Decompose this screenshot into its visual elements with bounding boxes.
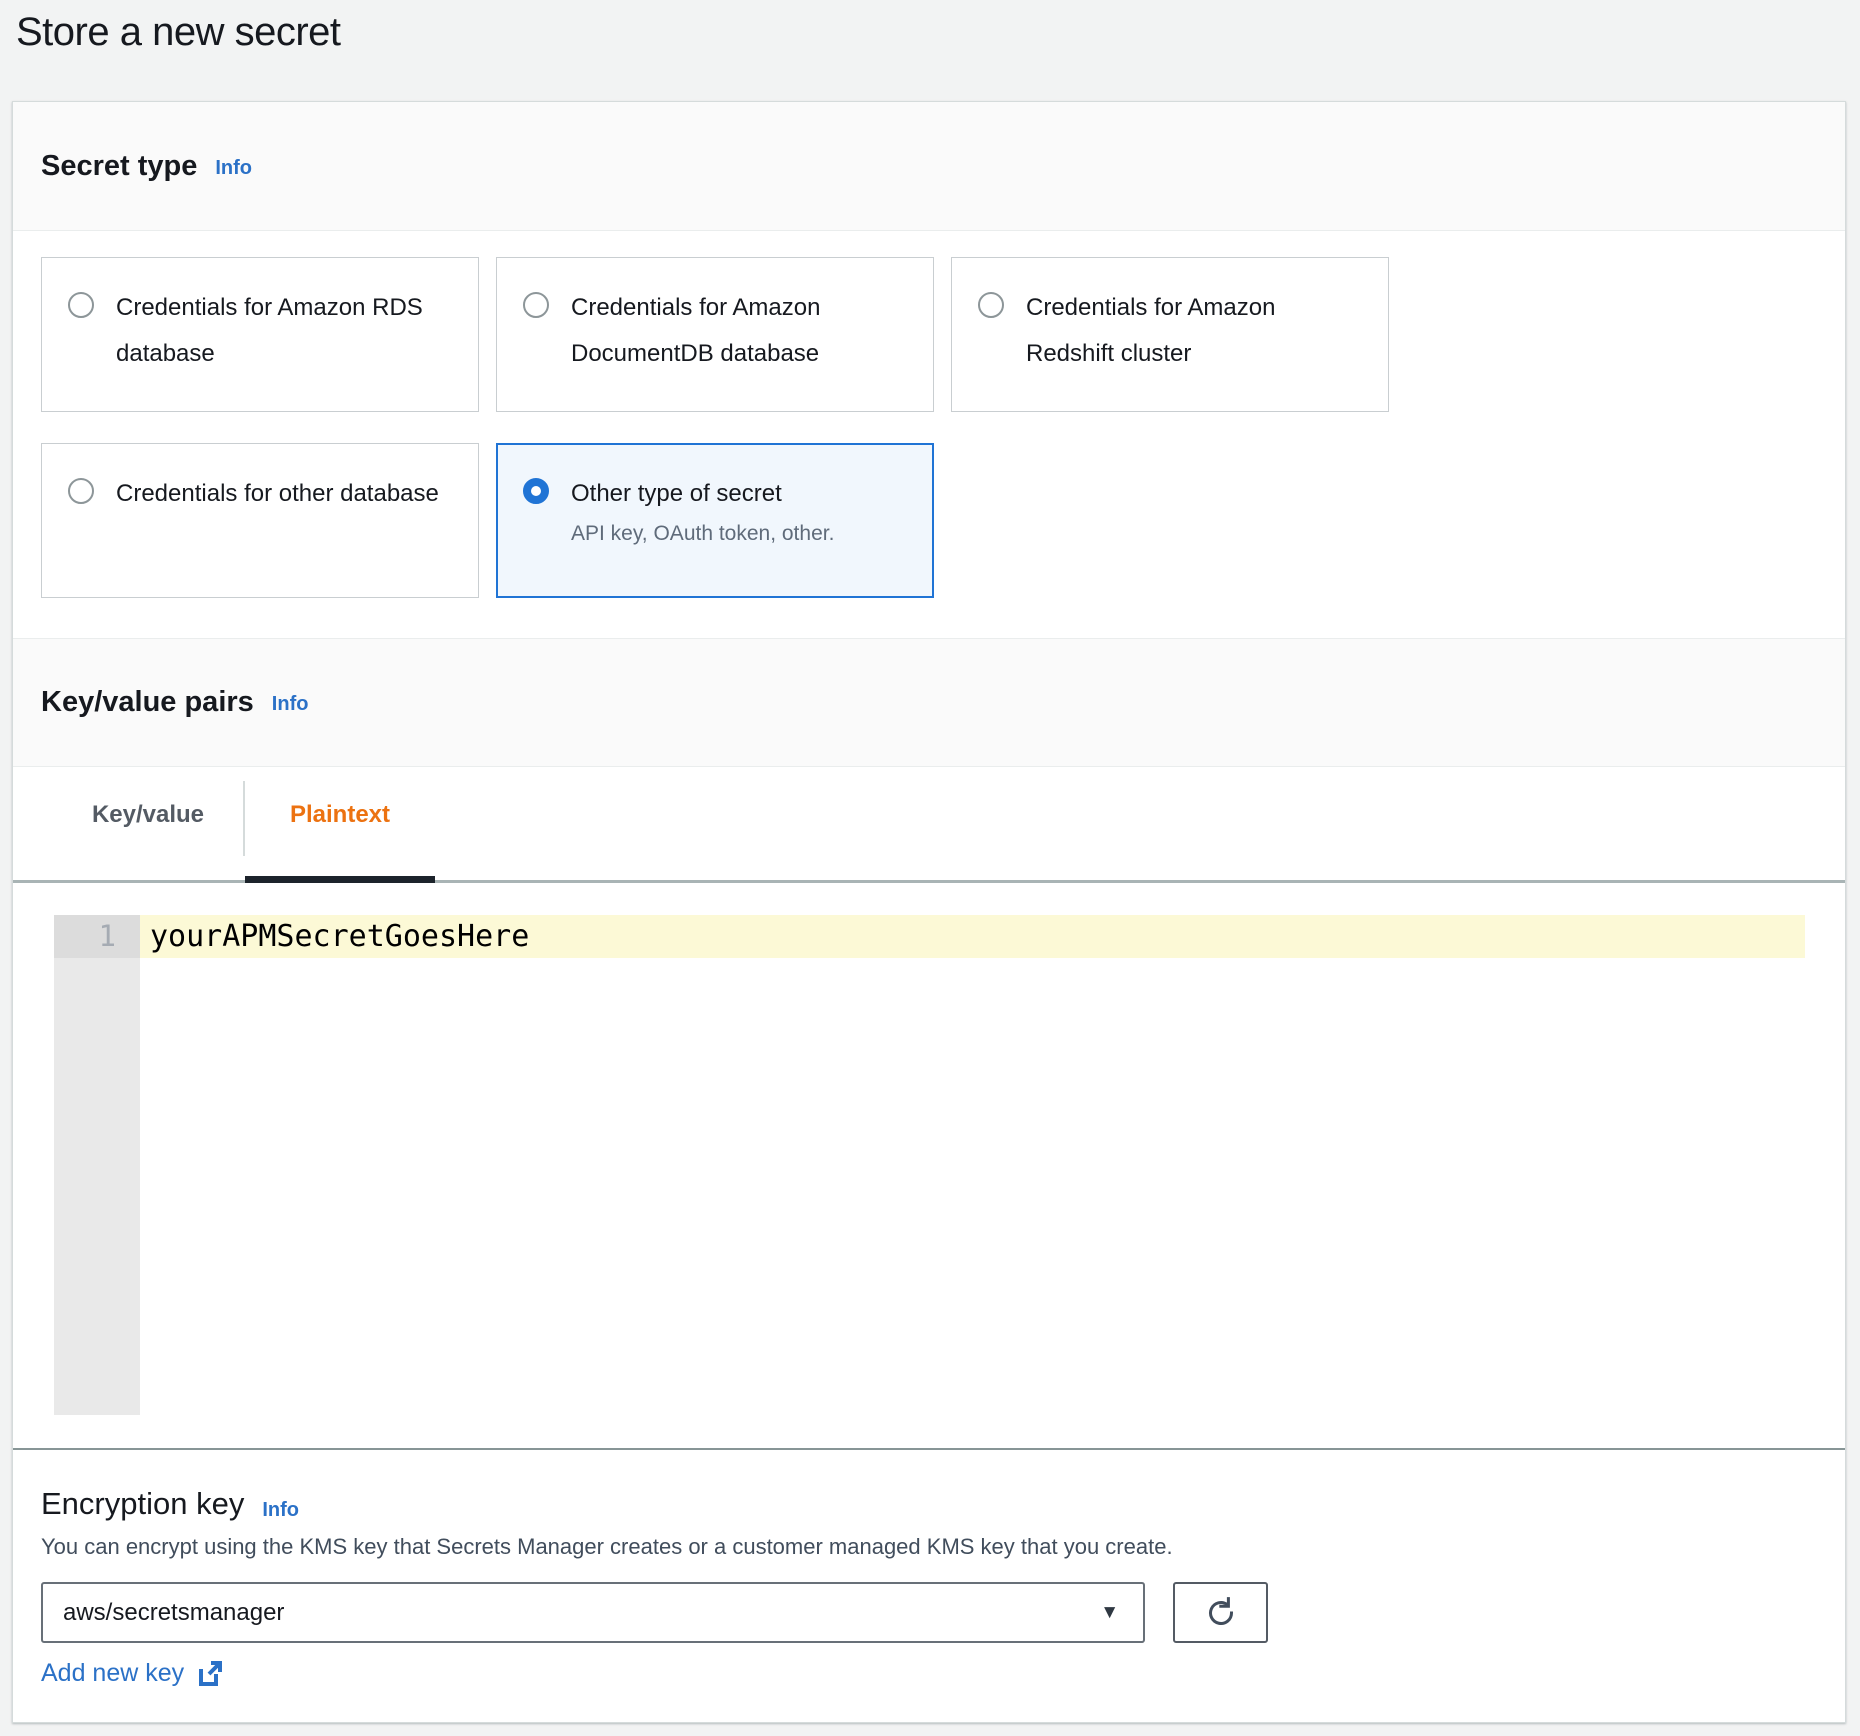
plaintext-editor[interactable]: 1 yourAPMSecretGoesHere [13, 883, 1845, 1448]
key-value-tabs: Key/value Plaintext [13, 767, 1845, 883]
kms-key-selected-value: aws/secretsmanager [63, 1599, 284, 1627]
options-row-1: Credentials for Amazon RDS database Cred… [41, 257, 1817, 412]
radio-icon[interactable] [978, 292, 1004, 318]
refresh-icon [1204, 1596, 1238, 1630]
radio-icon[interactable] [523, 292, 549, 318]
option-description: API key, OAuth token, other. [571, 519, 834, 549]
add-new-key-link[interactable]: Add new key [41, 1659, 223, 1688]
option-other-database[interactable]: Credentials for other database [41, 443, 479, 598]
option-other-type-of-secret[interactable]: Other type of secret API key, OAuth toke… [496, 443, 934, 598]
store-secret-card: Secret type Info Credentials for Amazon … [12, 101, 1846, 1723]
radio-icon[interactable] [68, 478, 94, 504]
caret-down-icon: ▼ [1100, 1602, 1119, 1624]
option-documentdb-database[interactable]: Credentials for Amazon DocumentDB databa… [496, 257, 934, 412]
option-label: Credentials for Amazon RDS database [116, 285, 454, 377]
encryption-key-info-link[interactable]: Info [262, 1499, 299, 1522]
option-rds-database[interactable]: Credentials for Amazon RDS database [41, 257, 479, 412]
key-value-pairs-header: Key/value pairs Info [13, 638, 1845, 767]
secret-type-options: Credentials for Amazon RDS database Cred… [13, 231, 1845, 638]
editor-gutter [54, 915, 140, 1415]
key-value-pairs-heading: Key/value pairs [41, 686, 254, 719]
secret-type-header: Secret type Info [13, 102, 1845, 231]
key-value-pairs-info-link[interactable]: Info [272, 693, 309, 716]
external-link-icon [196, 1660, 223, 1687]
encryption-key-section: Encryption key Info You can encrypt usin… [13, 1448, 1845, 1722]
tab-plaintext[interactable]: Plaintext [245, 767, 435, 880]
option-label: Other type of secret [571, 480, 782, 507]
kms-key-select[interactable]: aws/secretsmanager ▼ [41, 1582, 1145, 1643]
radio-icon[interactable] [68, 292, 94, 318]
option-label: Credentials for Amazon DocumentDB databa… [571, 285, 909, 377]
page-title: Store a new secret [0, 0, 1860, 55]
encryption-key-heading: Encryption key [41, 1486, 244, 1522]
encryption-key-description: You can encrypt using the KMS key that S… [41, 1534, 1817, 1560]
option-label: Credentials for other database [116, 471, 439, 517]
secret-type-heading: Secret type [41, 150, 197, 183]
editor-content[interactable]: yourAPMSecretGoesHere [140, 915, 1805, 958]
radio-selected-icon[interactable] [523, 478, 549, 504]
options-row-2: Credentials for other database Other typ… [41, 443, 1817, 598]
line-number: 1 [54, 915, 140, 958]
option-redshift-cluster[interactable]: Credentials for Amazon Redshift cluster [951, 257, 1389, 412]
editor-line: 1 yourAPMSecretGoesHere [54, 915, 1805, 958]
refresh-button[interactable] [1173, 1582, 1268, 1643]
tab-key-value[interactable]: Key/value [53, 767, 243, 880]
option-label: Credentials for Amazon Redshift cluster [1026, 285, 1364, 377]
secret-type-info-link[interactable]: Info [215, 157, 252, 180]
add-new-key-label: Add new key [41, 1659, 184, 1688]
